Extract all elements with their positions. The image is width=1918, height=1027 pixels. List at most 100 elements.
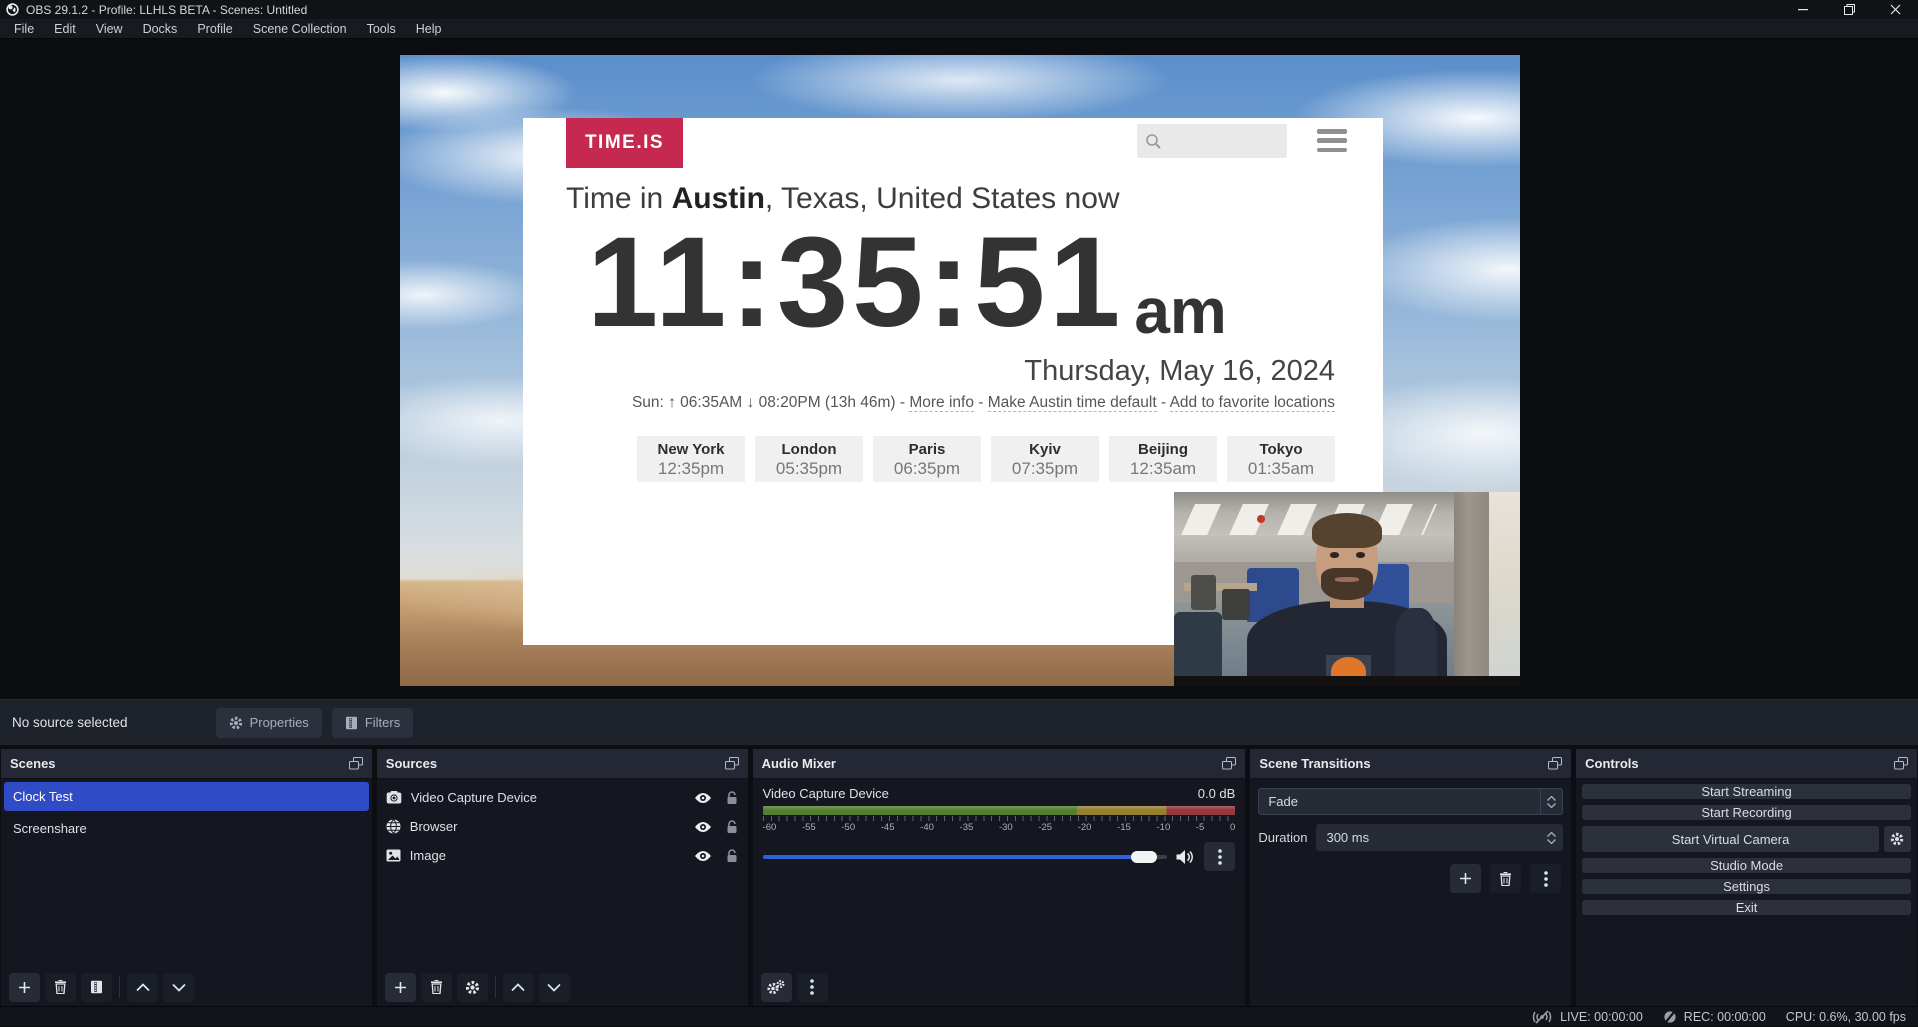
mixer-channel-menu-button[interactable]	[1204, 842, 1235, 871]
program-video[interactable]: TIME.IS Time in Austin, Texas, United St…	[400, 55, 1520, 686]
volume-meter	[763, 806, 1236, 815]
timeis-sun-line: Sun: ↑ 06:35AM ↓ 08:20PM (13h 46m) - Mor…	[523, 394, 1335, 412]
scene-move-down-button[interactable]	[163, 973, 194, 1002]
city-tile[interactable]: Tokyo01:35am	[1227, 436, 1335, 482]
remove-scene-button[interactable]	[45, 973, 76, 1002]
menu-docks[interactable]: Docks	[133, 19, 188, 39]
scene-filters-button[interactable]	[81, 973, 112, 1002]
menu-help[interactable]: Help	[406, 19, 452, 39]
city-tile[interactable]: Beijing12:35am	[1109, 436, 1217, 482]
status-bar: LIVE: 00:00:00 REC: 00:00:00 CPU: 0.6%, …	[0, 1006, 1918, 1026]
add-favorite-link[interactable]: Add to favorite locations	[1170, 394, 1335, 412]
eye-icon[interactable]	[694, 821, 712, 833]
city-tile[interactable]: New York12:35pm	[637, 436, 745, 482]
chevron-down-icon	[172, 983, 186, 992]
source-row-video-capture[interactable]: Video Capture Device	[377, 783, 748, 812]
restore-button[interactable]	[1826, 0, 1872, 19]
remove-source-button[interactable]	[421, 973, 452, 1002]
start-streaming-button[interactable]: Start Streaming	[1582, 784, 1911, 799]
mixer-channel-level: 0.0 dB	[1198, 786, 1236, 801]
webcam-overlay[interactable]	[1174, 492, 1520, 686]
plus-icon	[394, 981, 407, 994]
chevron-up-icon	[1547, 832, 1556, 837]
volume-slider[interactable]	[763, 855, 1168, 859]
timeis-clock: 11:35:51 am	[523, 218, 1383, 349]
duration-label: Duration	[1258, 830, 1307, 845]
filters-button[interactable]: Filters	[332, 708, 413, 738]
lock-icon[interactable]	[726, 849, 738, 863]
volume-slider-handle[interactable]	[1131, 851, 1157, 863]
city-tile[interactable]: Kyiv07:35pm	[991, 436, 1099, 482]
camera-icon	[386, 791, 402, 804]
city-tile[interactable]: London05:35pm	[755, 436, 863, 482]
eye-icon[interactable]	[694, 850, 712, 862]
scenes-panel: Scenes Clock Test Screenshare	[1, 749, 372, 1006]
source-row-image[interactable]: Image	[377, 841, 748, 870]
source-move-down-button[interactable]	[539, 973, 570, 1002]
mixer-channel-name: Video Capture Device	[763, 786, 889, 801]
transition-select[interactable]: Fade	[1258, 788, 1563, 815]
chevron-up-icon	[1547, 796, 1556, 801]
more-info-link[interactable]: More info	[909, 394, 974, 412]
add-scene-button[interactable]	[9, 973, 40, 1002]
virtual-camera-config-button[interactable]	[1884, 826, 1911, 852]
trash-icon	[1499, 872, 1512, 886]
source-status-label: No source selected	[12, 715, 128, 730]
menu-file[interactable]: File	[4, 19, 44, 39]
popout-icon[interactable]	[725, 757, 739, 770]
popout-icon[interactable]	[1222, 757, 1236, 770]
minimize-button[interactable]	[1780, 0, 1826, 19]
exit-button[interactable]: Exit	[1582, 900, 1911, 915]
close-button[interactable]	[1872, 0, 1918, 19]
speaker-icon[interactable]	[1176, 849, 1195, 865]
mixer-menu-button[interactable]	[797, 973, 828, 1002]
transitions-panel-title: Scene Transitions	[1259, 756, 1370, 771]
settings-button[interactable]: Settings	[1582, 879, 1911, 894]
add-transition-button[interactable]	[1450, 864, 1481, 893]
image-icon	[386, 849, 401, 862]
window-title: OBS 29.1.2 - Profile: LLHLS BETA - Scene…	[26, 3, 1780, 17]
menu-view[interactable]: View	[86, 19, 133, 39]
gear-icon	[465, 980, 480, 995]
gears-icon	[767, 980, 785, 995]
eye-icon[interactable]	[694, 792, 712, 804]
search-icon	[1145, 133, 1162, 150]
chevron-up-icon	[136, 983, 150, 992]
meter-tick-labels: -60-55-50-45-40-35-30-25-20-15-10-50	[763, 822, 1236, 833]
menu-tools[interactable]: Tools	[357, 19, 406, 39]
remove-transition-button[interactable]	[1490, 864, 1521, 893]
source-row-browser[interactable]: Browser	[377, 812, 748, 841]
add-source-button[interactable]	[385, 973, 416, 1002]
preview-area: TIME.IS Time in Austin, Texas, United St…	[0, 39, 1918, 699]
make-default-link[interactable]: Make Austin time default	[988, 394, 1157, 412]
timeis-search-input[interactable]	[1137, 124, 1287, 158]
popout-icon[interactable]	[349, 757, 363, 770]
scene-item-screenshare[interactable]: Screenshare	[4, 814, 369, 843]
menu-scene-collection[interactable]: Scene Collection	[243, 19, 357, 39]
transition-menu-button[interactable]	[1530, 864, 1561, 893]
studio-mode-button[interactable]: Studio Mode	[1582, 858, 1911, 873]
start-virtual-camera-button[interactable]: Start Virtual Camera	[1582, 826, 1879, 852]
filter-icon	[90, 980, 103, 994]
lock-icon[interactable]	[726, 820, 738, 834]
source-move-up-button[interactable]	[503, 973, 534, 1002]
live-time: LIVE: 00:00:00	[1560, 1010, 1643, 1024]
world-clock-row: New York12:35pm London05:35pm Paris06:35…	[523, 436, 1335, 482]
advanced-audio-button[interactable]	[761, 973, 792, 1002]
dock-area: Scenes Clock Test Screenshare Sources	[0, 745, 1918, 1006]
menu-profile[interactable]: Profile	[187, 19, 242, 39]
start-recording-button[interactable]: Start Recording	[1582, 805, 1911, 820]
menu-edit[interactable]: Edit	[44, 19, 86, 39]
popout-icon[interactable]	[1548, 757, 1562, 770]
scene-item-clock-test[interactable]: Clock Test	[4, 782, 369, 811]
properties-button[interactable]: Properties	[216, 708, 322, 738]
duration-spinbox[interactable]: 300 ms	[1316, 824, 1563, 851]
stream-inactive-icon	[1531, 1010, 1553, 1024]
lock-icon[interactable]	[726, 791, 738, 805]
source-properties-button[interactable]	[457, 973, 488, 1002]
city-tile[interactable]: Paris06:35pm	[873, 436, 981, 482]
gear-icon	[1890, 832, 1904, 846]
popout-icon[interactable]	[1894, 757, 1908, 770]
hamburger-menu-icon[interactable]	[1317, 129, 1347, 152]
scene-move-up-button[interactable]	[127, 973, 158, 1002]
